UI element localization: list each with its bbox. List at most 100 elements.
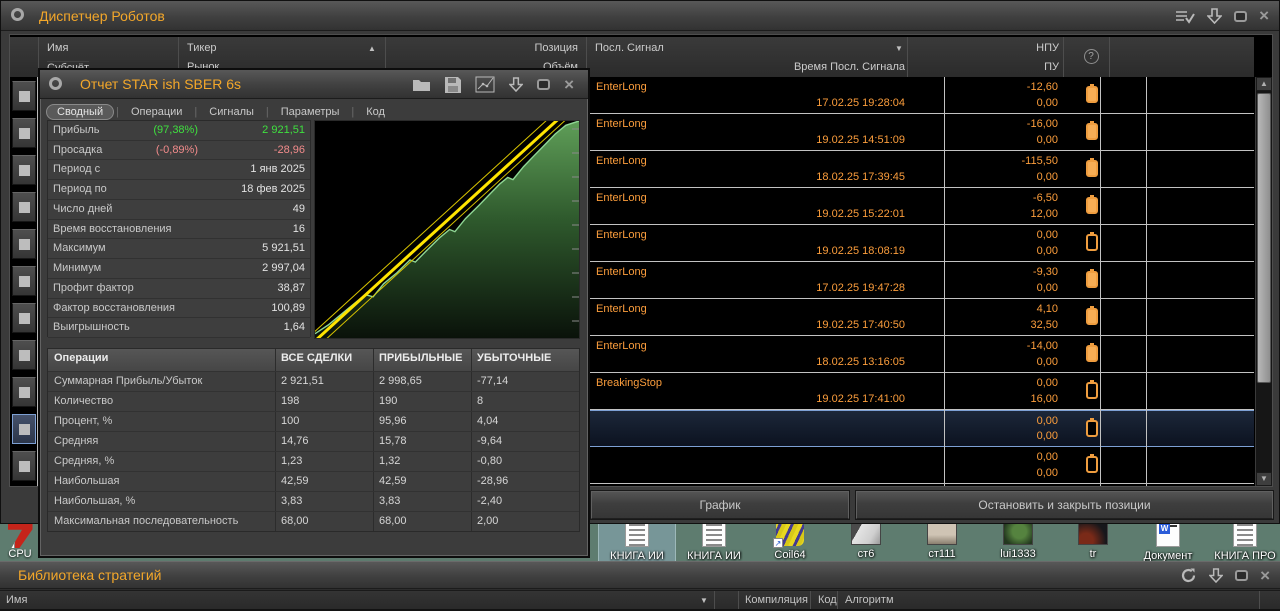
pu-value: 16,00 bbox=[1030, 393, 1058, 405]
sort-desc-icon[interactable]: ▼ bbox=[895, 44, 903, 53]
op-cell: 4,04 bbox=[477, 415, 498, 427]
operations-row: Средняя, %1,231,32-0,80 bbox=[48, 451, 579, 471]
row-stop-button[interactable] bbox=[12, 340, 36, 370]
desktop-icon[interactable]: ↗Coil64 bbox=[752, 520, 828, 564]
desktop-icon[interactable]: lui1333 bbox=[980, 520, 1056, 564]
download-arrow-icon[interactable] bbox=[1207, 8, 1222, 24]
library-restore-icon[interactable] bbox=[1235, 570, 1248, 581]
refresh-icon[interactable] bbox=[1180, 567, 1197, 584]
tab-4[interactable]: Параметры bbox=[271, 105, 350, 119]
report-close-icon[interactable]: × bbox=[564, 78, 574, 92]
tab-2[interactable]: Операции bbox=[121, 105, 192, 119]
lib-col-name[interactable]: Имя bbox=[6, 594, 27, 606]
op-cell: 14,76 bbox=[281, 435, 309, 447]
word-document-icon: W bbox=[1156, 520, 1180, 547]
desktop-icon-label: ст6 bbox=[828, 548, 904, 560]
col-pu[interactable]: ПУ bbox=[960, 61, 1059, 73]
save-icon[interactable] bbox=[445, 77, 461, 93]
chart-button[interactable]: График bbox=[591, 491, 849, 519]
row-stop-button[interactable] bbox=[12, 414, 36, 444]
scroll-up-icon[interactable]: ▲ bbox=[1256, 77, 1272, 91]
col-npu[interactable]: НПУ bbox=[960, 42, 1059, 54]
chart-report-icon[interactable] bbox=[475, 76, 495, 93]
battery-empty-icon bbox=[1086, 382, 1098, 399]
row-stop-button[interactable] bbox=[12, 192, 36, 222]
pu-value: 12,00 bbox=[1030, 208, 1058, 220]
help-icon[interactable]: ? bbox=[1076, 49, 1106, 64]
col-ticker[interactable]: Тикер bbox=[187, 42, 217, 54]
operations-row: Наибольшая42,5942,59-28,96 bbox=[48, 471, 579, 491]
row-stop-button[interactable] bbox=[12, 303, 36, 333]
stat-value: 1 янв 2025 bbox=[250, 163, 305, 175]
lib-col-algorithm[interactable]: Алгоритм bbox=[845, 594, 894, 606]
open-folder-icon[interactable] bbox=[412, 77, 431, 92]
desktop-icon[interactable]: КНИГА ИИ bbox=[599, 520, 675, 564]
desktop-icon[interactable]: КНИГА ИИ bbox=[676, 520, 752, 564]
row-stop-button[interactable] bbox=[12, 266, 36, 296]
main-titlebar[interactable]: Диспетчер Роботов × bbox=[1, 1, 1279, 31]
stat-value: 100,89 bbox=[271, 302, 305, 314]
stat-percent: (-0,89%) bbox=[156, 144, 198, 156]
report-ring-icon bbox=[49, 77, 62, 90]
pu-value: 0,00 bbox=[1037, 171, 1058, 183]
row-stop-button[interactable] bbox=[12, 118, 36, 148]
restore-icon[interactable] bbox=[1234, 11, 1247, 22]
library-close-icon[interactable]: × bbox=[1260, 569, 1270, 583]
tab-1[interactable]: Сводный bbox=[46, 104, 114, 120]
report-restore-icon[interactable] bbox=[537, 79, 550, 90]
desktop-icon-label: tr bbox=[1055, 548, 1131, 560]
operations-row: Средняя14,7615,78-9,64 bbox=[48, 431, 579, 451]
desktop-icon[interactable]: КНИГА ПРО bbox=[1207, 520, 1280, 564]
stat-percent: (97,38%) bbox=[153, 124, 198, 136]
desktop-icon-label: ст111 bbox=[904, 548, 980, 560]
stat-label: Минимум bbox=[53, 262, 101, 274]
row-stop-button[interactable] bbox=[12, 451, 36, 481]
stat-label: Просадка bbox=[53, 144, 102, 156]
sort-asc-icon[interactable]: ▲ bbox=[368, 44, 376, 53]
tasks-check-icon[interactable] bbox=[1176, 9, 1195, 24]
desktop-icon[interactable]: tr bbox=[1055, 520, 1131, 564]
stat-value: 2 997,04 bbox=[262, 262, 305, 274]
col-last-signal-time[interactable]: Время Посл. Сигнала bbox=[710, 61, 905, 73]
row-stop-button[interactable] bbox=[12, 81, 36, 111]
row-stop-button[interactable] bbox=[12, 229, 36, 259]
desktop-icon[interactable]: WДокумент bbox=[1130, 520, 1206, 564]
op-cell: Наибольшая bbox=[54, 475, 119, 487]
stat-value: -28,96 bbox=[274, 144, 305, 156]
report-stats: Прибыль(97,38%)2 921,51Просадка(-0,89%)-… bbox=[47, 120, 311, 337]
lib-sort-desc-icon[interactable]: ▼ bbox=[700, 596, 708, 605]
tab-3[interactable]: Сигналы bbox=[199, 105, 264, 119]
tab-5[interactable]: Код bbox=[356, 105, 395, 119]
pu-value: 0,00 bbox=[1037, 467, 1058, 479]
stop-close-positions-button[interactable]: Остановить и закрыть позиции bbox=[856, 491, 1273, 519]
report-download-icon[interactable] bbox=[509, 77, 523, 92]
npu-value: 0,00 bbox=[1037, 415, 1058, 427]
op-cell: 2 998,65 bbox=[379, 375, 422, 387]
row-stop-button[interactable] bbox=[12, 155, 36, 185]
vertical-scrollbar[interactable]: ▲ ▼ bbox=[1255, 77, 1272, 486]
signal-time: 19.02.25 17:41:00 bbox=[816, 393, 905, 405]
scroll-down-icon[interactable]: ▼ bbox=[1256, 472, 1272, 486]
lib-col-code[interactable]: Код bbox=[818, 594, 837, 606]
row-stop-button[interactable] bbox=[12, 377, 36, 407]
battery-full-icon bbox=[1086, 197, 1098, 214]
library-titlebar[interactable]: Библиотека стратегий × bbox=[0, 562, 1280, 589]
desktop-icon-cpu[interactable]: ↗ CPU bbox=[2, 524, 38, 562]
lib-col-compilation[interactable]: Компиляция bbox=[745, 594, 808, 606]
report-titlebar[interactable]: Отчет STAR ish SBER 6s × bbox=[40, 70, 588, 99]
col-name[interactable]: Имя bbox=[47, 42, 68, 54]
op-cell: 100 bbox=[281, 415, 299, 427]
stat-label: Профит фактор bbox=[53, 282, 134, 294]
scrollbar-thumb[interactable] bbox=[1257, 93, 1271, 383]
stat-label: Выигрышность bbox=[53, 321, 130, 333]
desktop-icon[interactable]: ст111 bbox=[904, 520, 980, 564]
library-download-icon[interactable] bbox=[1209, 568, 1223, 583]
close-icon[interactable]: × bbox=[1259, 9, 1269, 23]
desktop-icon[interactable]: ст6 bbox=[828, 520, 904, 564]
text-document-icon bbox=[702, 520, 726, 547]
op-cell: Процент, % bbox=[54, 415, 112, 427]
stat-row: Просадка (-0,89%) -28,96 bbox=[48, 141, 310, 161]
col-last-signal[interactable]: Посл. Сигнал bbox=[595, 42, 664, 54]
col-position[interactable]: Позиция bbox=[470, 42, 578, 54]
stat-label: Прибыль bbox=[53, 124, 100, 136]
